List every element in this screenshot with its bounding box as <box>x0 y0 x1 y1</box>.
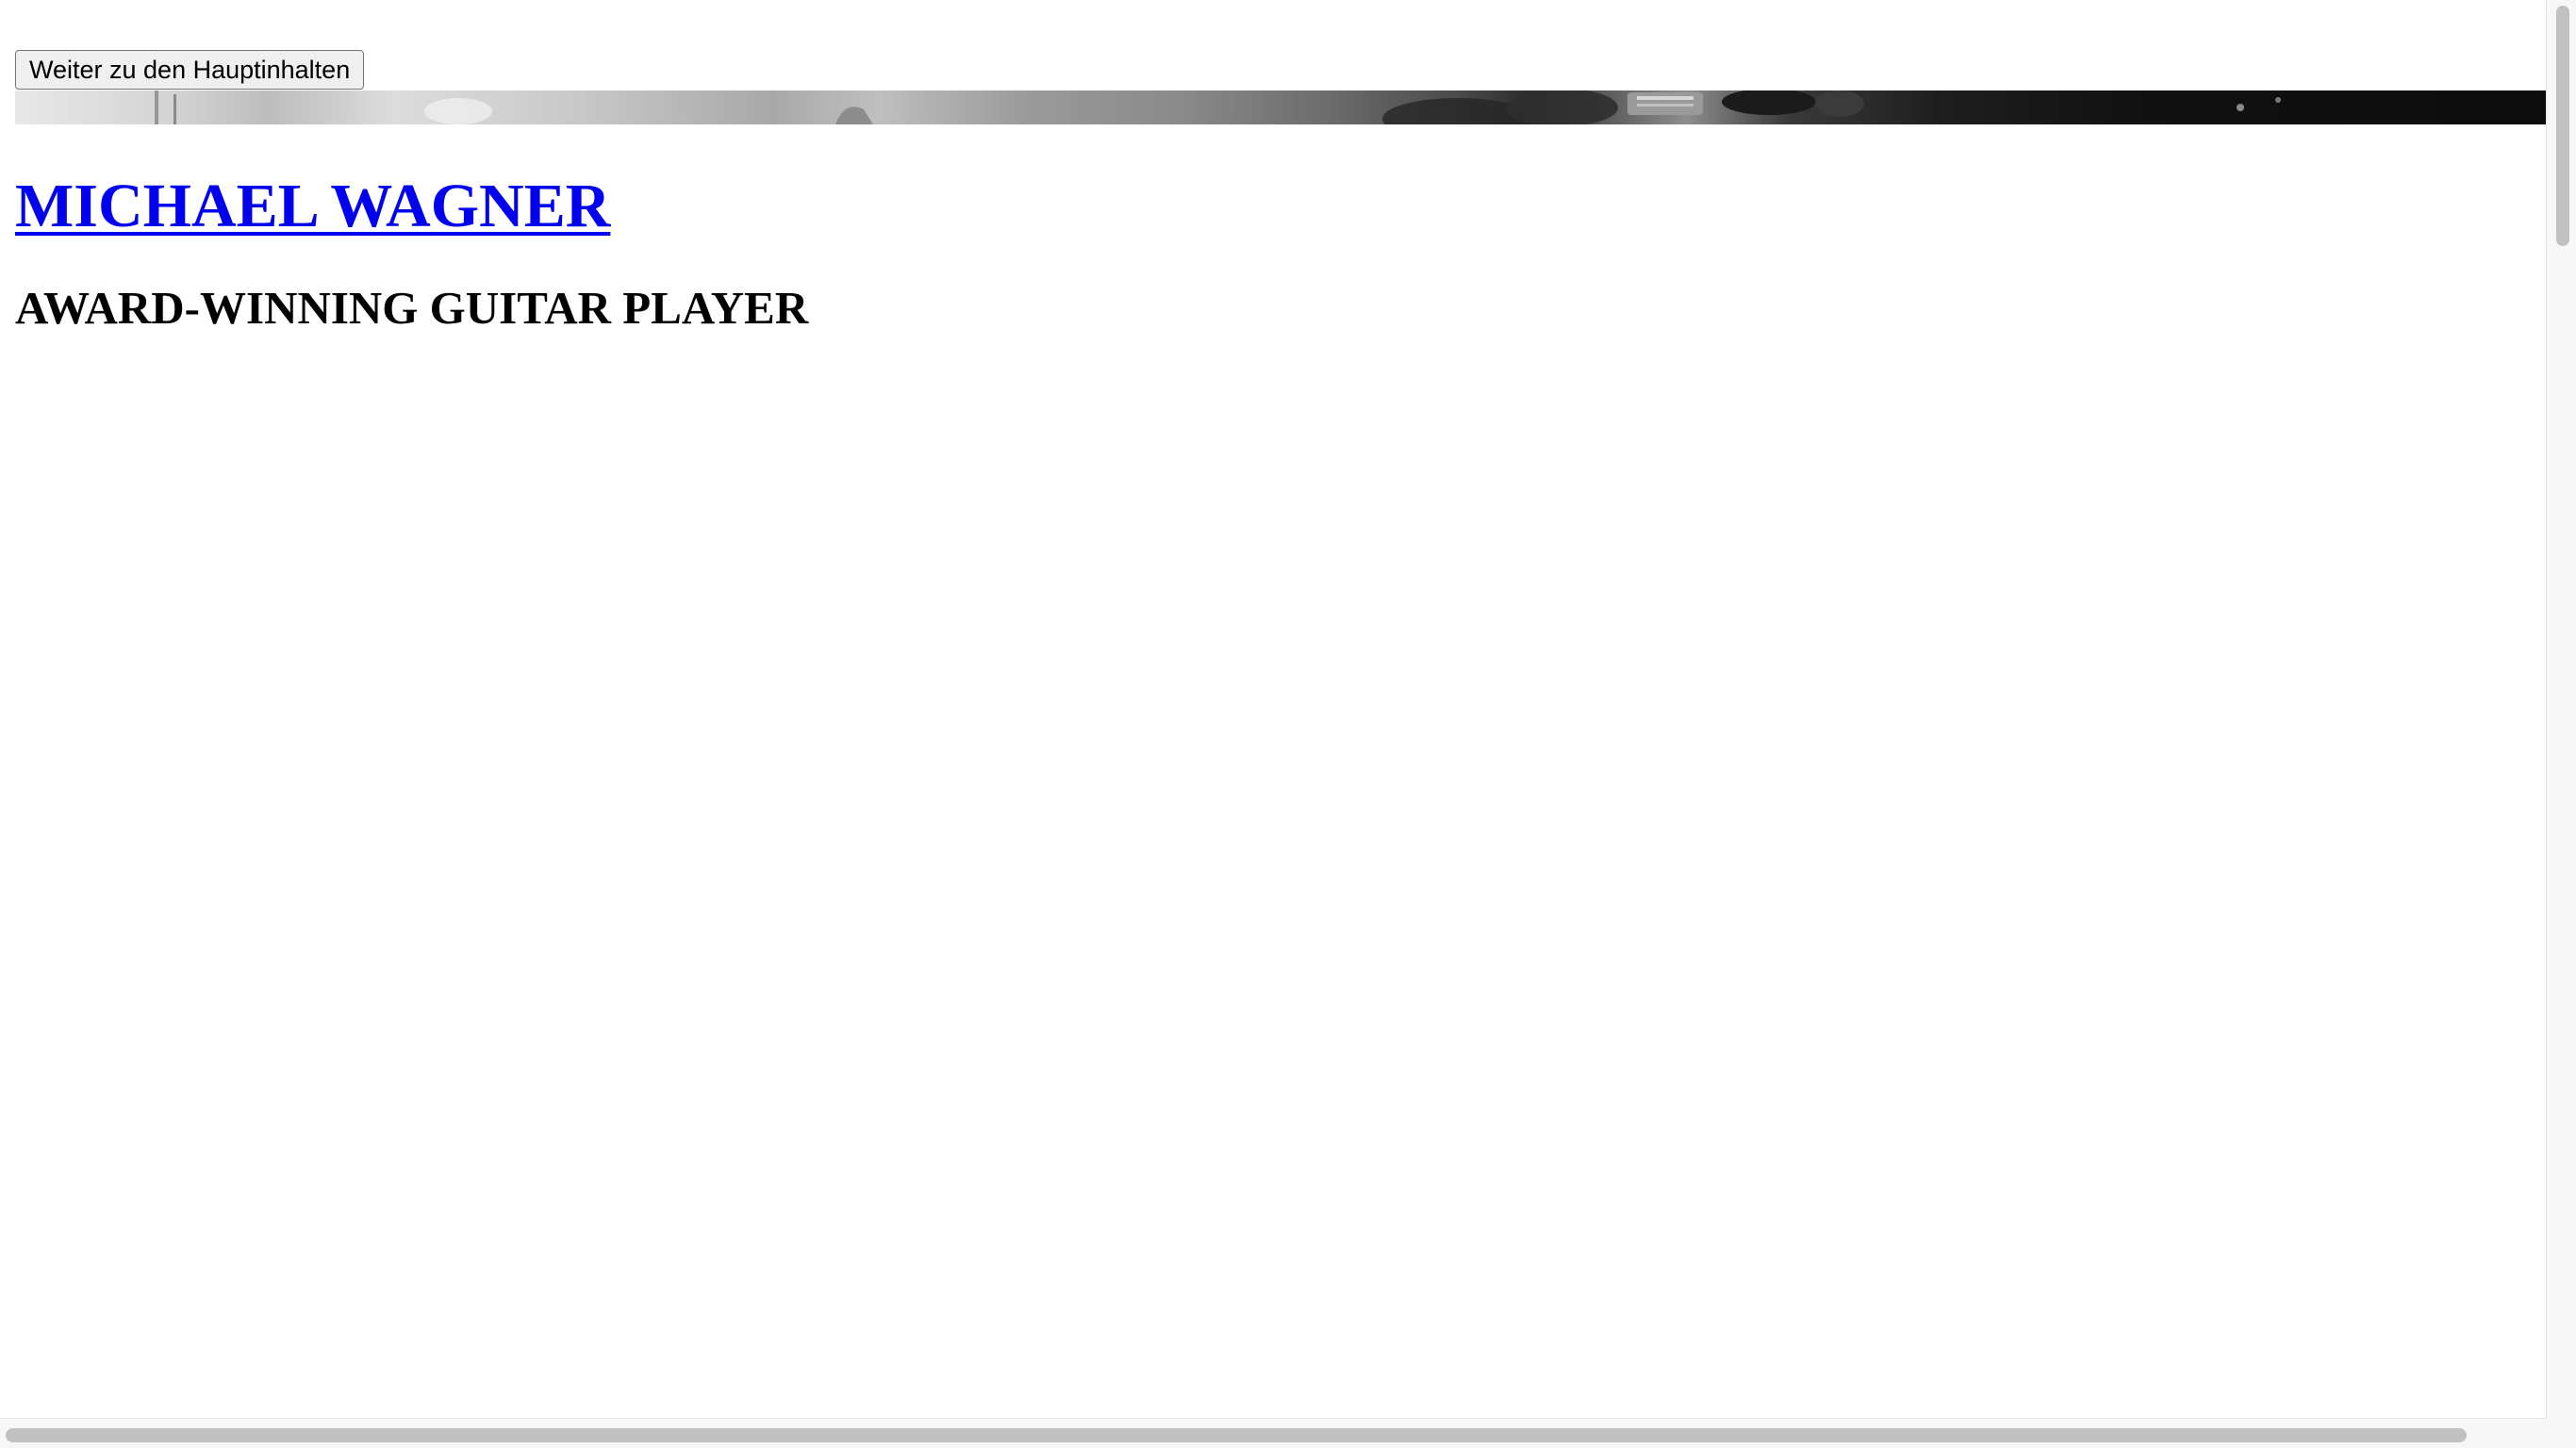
vertical-scrollbar[interactable] <box>2546 0 2576 1418</box>
horizontal-scrollbar[interactable] <box>0 1418 2576 1448</box>
page-viewport: Weiter zu den Hauptinhalten MICHAEL WAGN… <box>0 0 2546 1418</box>
hero-photo-graphic <box>155 90 2281 124</box>
skip-to-main-content-button[interactable]: Weiter zu den Hauptinhalten <box>15 50 365 90</box>
site-title-link[interactable]: MICHAEL WAGNER <box>15 172 610 240</box>
site-title: MICHAEL WAGNER <box>15 168 610 245</box>
scrollbar-corner <box>2546 1418 2576 1448</box>
horizontal-scrollbar-thumb[interactable] <box>6 1428 2467 1442</box>
hero-image-banner <box>15 90 2546 124</box>
vertical-scrollbar-thumb[interactable] <box>2556 6 2569 246</box>
site-tagline: AWARD-WINNING GUITAR PLAYER <box>15 282 809 334</box>
